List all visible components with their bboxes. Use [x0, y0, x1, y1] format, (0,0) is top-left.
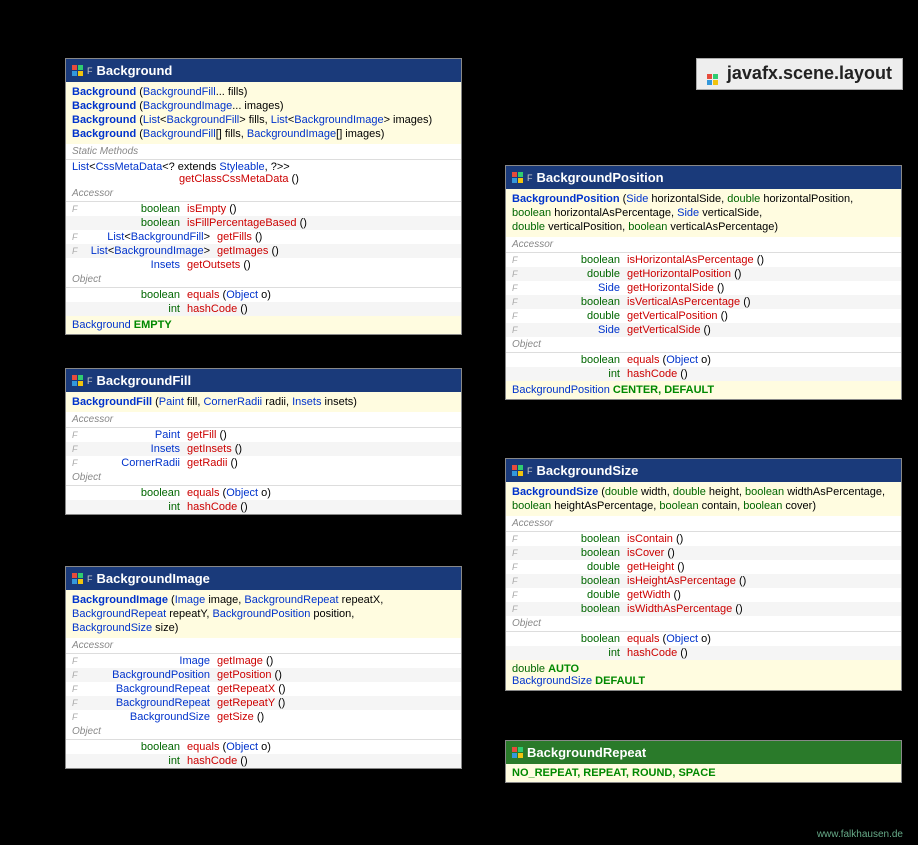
- object-method: int hashCode (): [506, 646, 901, 660]
- class-header: F BackgroundImage: [66, 567, 461, 590]
- object-method: boolean equals (Object o): [66, 486, 461, 500]
- package-title: javafx.scene.layout: [696, 58, 903, 90]
- class-box-background: F BackgroundBackground (BackgroundFill..…: [65, 58, 462, 335]
- section-accessor: Accessor: [506, 237, 901, 253]
- constructor: BackgroundImage (Image image, Background…: [72, 593, 455, 607]
- class-box-backgroundsize: F BackgroundSize BackgroundSize (double w…: [505, 458, 902, 691]
- accessor-method: FCornerRadii getRadii (): [66, 456, 461, 470]
- accessor-method: FBackgroundRepeat getRepeatX (): [66, 682, 461, 696]
- object-method: int hashCode (): [66, 754, 461, 768]
- class-header: F Background: [66, 59, 461, 82]
- object-method: int hashCode (): [66, 500, 461, 514]
- final-marker: F: [87, 66, 93, 76]
- constructor-block: Background (BackgroundFill... fills)Back…: [66, 82, 461, 144]
- class-name: BackgroundRepeat: [527, 745, 646, 760]
- constructor-block: BackgroundFill (Paint fill, CornerRadii …: [66, 392, 461, 412]
- class-header: F BackgroundPosition: [506, 166, 901, 189]
- constructor: Background (BackgroundImage... images): [72, 99, 455, 113]
- section-accessor: Accessor: [66, 186, 461, 202]
- accessor-method: Fdouble getHorizontalPosition (): [506, 267, 901, 281]
- section-object: Object: [66, 724, 461, 740]
- section-object: Object: [66, 470, 461, 486]
- object-method: boolean equals (Object o): [506, 353, 901, 367]
- object-method: boolean equals (Object o): [66, 740, 461, 754]
- class-box-backgroundposition: F BackgroundPosition BackgroundPosition (…: [505, 165, 902, 400]
- class-header: F BackgroundFill: [66, 369, 461, 392]
- accessor-method: FList<BackgroundFill> getFills (): [66, 230, 461, 244]
- accessor-method: FImage getImage (): [66, 654, 461, 668]
- section-object: Object: [506, 337, 901, 353]
- class-name: Background: [97, 63, 173, 78]
- constructor: Background (List<BackgroundFill> fills, …: [72, 113, 455, 127]
- constants-block: BackgroundPosition CENTER, DEFAULT: [506, 381, 901, 399]
- constructor: Background (BackgroundFill... fills): [72, 85, 455, 99]
- final-marker: F: [527, 466, 533, 476]
- accessor-method: FSide getHorizontalSide (): [506, 281, 901, 295]
- static-method: List<CssMetaData<? extends Styleable, ?>…: [66, 160, 461, 186]
- footer-link[interactable]: www.falkhausen.de: [817, 829, 903, 840]
- package-icon: [707, 63, 718, 85]
- constants-block: Background EMPTY: [66, 316, 461, 334]
- object-method: boolean equals (Object o): [66, 288, 461, 302]
- class-header: BackgroundRepeat: [506, 741, 901, 764]
- accessor-method: FInsets getInsets (): [66, 442, 461, 456]
- accessor-method: FSide getVerticalSide (): [506, 323, 901, 337]
- constructor: boolean horizontalAsPercentage, Side ver…: [512, 206, 895, 220]
- accessor-method: FBackgroundPosition getPosition (): [66, 668, 461, 682]
- accessor-method: Fboolean isCover (): [506, 546, 901, 560]
- constructor: boolean heightAsPercentage, boolean cont…: [512, 499, 895, 513]
- class-box-backgroundfill: F BackgroundFill BackgroundFill (Paint fi…: [65, 368, 462, 515]
- accessor-method: Fdouble getHeight (): [506, 560, 901, 574]
- object-method: boolean equals (Object o): [506, 632, 901, 646]
- class-name: BackgroundSize: [537, 463, 639, 478]
- section-static: Static Methods: [66, 144, 461, 160]
- constructor: double verticalPosition, boolean vertica…: [512, 220, 895, 234]
- object-method: int hashCode (): [506, 367, 901, 381]
- constructor: Background (BackgroundFill[] fills, Back…: [72, 127, 455, 141]
- accessor-method: Fboolean isContain (): [506, 532, 901, 546]
- constructor: BackgroundPosition (Side horizontalSide,…: [512, 192, 895, 206]
- section-object: Object: [66, 272, 461, 288]
- section-object: Object: [506, 616, 901, 632]
- class-name: BackgroundFill: [97, 373, 192, 388]
- final-marker: F: [527, 173, 533, 183]
- accessor-method: FList<BackgroundImage> getImages (): [66, 244, 461, 258]
- accessor-method: boolean isFillPercentageBased (): [66, 216, 461, 230]
- accessor-method: FPaint getFill (): [66, 428, 461, 442]
- accessor-method: Fboolean isVerticalAsPercentage (): [506, 295, 901, 309]
- accessor-method: Fboolean isEmpty (): [66, 202, 461, 216]
- package-name: javafx.scene.layout: [727, 63, 892, 83]
- accessor-method: FBackgroundSize getSize (): [66, 710, 461, 724]
- accessor-method: Insets getOutsets (): [66, 258, 461, 272]
- constants-block: double AUTOBackgroundSize DEFAULT: [506, 660, 901, 690]
- constructor: BackgroundSize (double width, double hei…: [512, 485, 895, 499]
- class-name: BackgroundPosition: [537, 170, 664, 185]
- constructor-block: BackgroundImage (Image image, Background…: [66, 590, 461, 638]
- section-accessor: Accessor: [506, 516, 901, 532]
- object-method: int hashCode (): [66, 302, 461, 316]
- enum-constants: NO_REPEAT, REPEAT, ROUND, SPACE: [506, 764, 901, 782]
- constructor-block: BackgroundPosition (Side horizontalSide,…: [506, 189, 901, 237]
- accessor-method: Fboolean isWidthAsPercentage (): [506, 602, 901, 616]
- accessor-method: Fdouble getVerticalPosition (): [506, 309, 901, 323]
- class-box-backgroundimage: F BackgroundImage BackgroundImage (Image …: [65, 566, 462, 769]
- class-header: F BackgroundSize: [506, 459, 901, 482]
- accessor-method: Fdouble getWidth (): [506, 588, 901, 602]
- constructor: BackgroundFill (Paint fill, CornerRadii …: [72, 395, 455, 409]
- constructor: BackgroundRepeat repeatY, BackgroundPosi…: [72, 607, 455, 621]
- accessor-method: FBackgroundRepeat getRepeatY (): [66, 696, 461, 710]
- class-box-backgroundrepeat: BackgroundRepeat NO_REPEAT, REPEAT, ROUND…: [505, 740, 902, 783]
- final-marker: F: [87, 574, 93, 584]
- constructor: BackgroundSize size): [72, 621, 455, 635]
- accessor-method: Fboolean isHeightAsPercentage (): [506, 574, 901, 588]
- section-accessor: Accessor: [66, 412, 461, 428]
- class-name: BackgroundImage: [97, 571, 210, 586]
- constructor-block: BackgroundSize (double width, double hei…: [506, 482, 901, 516]
- section-accessor: Accessor: [66, 638, 461, 654]
- final-marker: F: [87, 376, 93, 386]
- accessor-method: Fboolean isHorizontalAsPercentage (): [506, 253, 901, 267]
